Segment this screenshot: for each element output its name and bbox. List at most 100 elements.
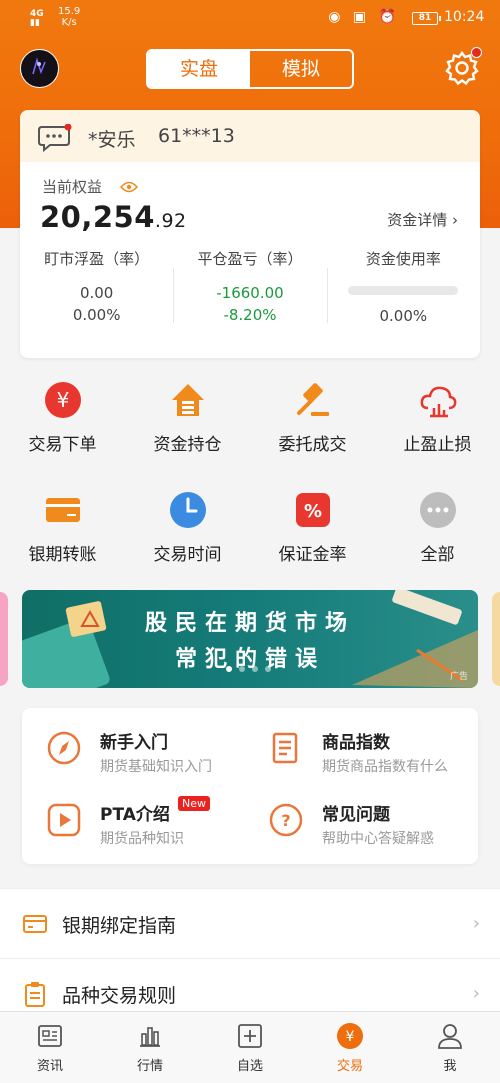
svg-text:%: % bbox=[303, 501, 321, 522]
tab-real[interactable]: 实盘 bbox=[148, 51, 250, 87]
account-card: *安乐 61***13 当前权益 20,254.92 资金详情 › 盯市浮盈（率… bbox=[20, 110, 480, 358]
status-icons: ◉ ▣ ⏰ bbox=[328, 9, 400, 25]
status-bar: 4G ▮▮ 15.9 K/s ◉ ▣ ⏰ 81 10:24 bbox=[0, 0, 500, 36]
grid-item-position[interactable]: 资金持仓 bbox=[125, 380, 250, 455]
panel-item-faq[interactable]: ? 常见问题 帮助中心答疑解惑 bbox=[268, 802, 488, 862]
grid-item-label: 银期转账 bbox=[28, 545, 97, 565]
tab-news[interactable]: 资讯 bbox=[0, 1012, 100, 1083]
chevron-right-icon: › bbox=[472, 913, 480, 934]
stat-floating-pnl: 盯市浮盈（率） 0.00 0.00% bbox=[20, 248, 173, 325]
message-icon[interactable] bbox=[38, 123, 72, 153]
tab-trade[interactable]: ¥ 交易 bbox=[300, 1012, 400, 1083]
cloud-chart-icon bbox=[418, 380, 458, 420]
news-icon bbox=[36, 1022, 64, 1050]
panel-item-subtitle: 期货商品指数有什么 bbox=[322, 759, 448, 775]
banner-pagination bbox=[226, 666, 271, 672]
stat-rate: 0.00% bbox=[379, 307, 428, 325]
tab-label: 行情 bbox=[136, 1059, 163, 1074]
bank-card-icon bbox=[22, 911, 48, 937]
stat-value: -1660.00 bbox=[216, 284, 284, 302]
ad-label: 广告 bbox=[449, 672, 468, 682]
grid-item-trade-time[interactable]: 交易时间 bbox=[125, 490, 250, 565]
account-name: *安乐 bbox=[88, 129, 136, 151]
panel-item-title: PTA介绍 bbox=[100, 805, 170, 825]
battery-icon: 81 bbox=[412, 12, 441, 25]
banner-line1: 股民在期货市场 bbox=[144, 611, 355, 636]
tab-simulated[interactable]: 模拟 bbox=[250, 51, 352, 87]
notification-dot bbox=[471, 47, 482, 58]
equity-value: 20,254.92 bbox=[40, 200, 187, 234]
stat-closed-pnl: 平仓盈亏（率） -1660.00 -8.20% bbox=[173, 248, 326, 325]
stat-label: 资金使用率 bbox=[365, 250, 441, 268]
account-mode-toggle[interactable]: 实盘 模拟 bbox=[146, 49, 354, 89]
clock-icon bbox=[168, 490, 208, 530]
tab-market[interactable]: 行情 bbox=[100, 1012, 200, 1083]
list-item-bank-guide[interactable]: 银期绑定指南 › bbox=[0, 888, 500, 958]
grid-item-label: 保证金率 bbox=[278, 545, 347, 565]
chevron-right-icon: › bbox=[472, 983, 480, 1004]
tab-label: 我 bbox=[443, 1059, 457, 1074]
stat-label: 平仓盈亏（率） bbox=[197, 250, 303, 268]
clipboard-icon bbox=[22, 981, 48, 1007]
trade-icon: ¥ bbox=[336, 1022, 364, 1050]
panel-item-subtitle: 期货品种知识 bbox=[100, 831, 184, 847]
grid-item-margin[interactable]: % 保证金率 bbox=[250, 490, 375, 565]
grid-item-order[interactable]: ¥ 交易下单 bbox=[0, 380, 125, 455]
stats-row: 盯市浮盈（率） 0.00 0.00% 平仓盈亏（率） -1660.00 -8.2… bbox=[20, 248, 480, 325]
panel-item-title: 常见问题 bbox=[322, 805, 390, 825]
svg-text:¥: ¥ bbox=[56, 388, 69, 412]
grid-item-entrust[interactable]: 委托成交 bbox=[250, 380, 375, 455]
tab-label: 资讯 bbox=[36, 1059, 63, 1074]
stat-rate: 0.00% bbox=[72, 306, 121, 324]
panel-item-beginner[interactable]: 新手入门 期货基础知识入门 bbox=[46, 730, 266, 790]
more-icon bbox=[418, 490, 458, 530]
grid-item-label: 委托成交 bbox=[278, 435, 347, 455]
document-icon bbox=[268, 730, 304, 766]
guide-panel: 新手入门 期货基础知识入门 商品指数 期货商品指数有什么 PTA介绍 New 期… bbox=[22, 708, 478, 864]
tab-me[interactable]: 我 bbox=[400, 1012, 500, 1083]
tab-watchlist[interactable]: 自选 bbox=[200, 1012, 300, 1083]
grid-item-label: 交易下单 bbox=[28, 435, 97, 455]
add-icon bbox=[236, 1022, 264, 1050]
panel-item-title: 新手入门 bbox=[100, 733, 168, 753]
list-item-title: 银期绑定指南 bbox=[62, 915, 177, 937]
settings-gear-icon[interactable] bbox=[444, 47, 482, 86]
fund-detail-link[interactable]: 资金详情 › bbox=[387, 209, 458, 230]
stat-fund-usage: 资金使用率 0.00% bbox=[326, 248, 480, 325]
panel-item-pta[interactable]: PTA介绍 New 期货品种知识 bbox=[46, 796, 266, 862]
signal-indicator: 4G ▮▮ bbox=[30, 9, 44, 28]
stat-label: 盯市浮盈（率） bbox=[44, 250, 150, 268]
card-icon bbox=[43, 490, 83, 530]
eye-icon[interactable] bbox=[119, 178, 139, 193]
status-time: 10:24 bbox=[444, 9, 485, 25]
banner-prev-peek bbox=[0, 592, 8, 686]
list-item-title: 品种交易规则 bbox=[62, 985, 177, 1007]
gavel-icon bbox=[293, 380, 333, 420]
avatar[interactable] bbox=[20, 49, 59, 88]
account-header: *安乐 61***13 bbox=[20, 110, 480, 162]
grid-item-stop[interactable]: 止盈止损 bbox=[375, 380, 500, 455]
new-badge: New bbox=[178, 796, 210, 811]
tab-label: 自选 bbox=[236, 1059, 263, 1074]
market-icon bbox=[136, 1022, 164, 1050]
bottom-tab-bar: 资讯 行情 自选 ¥ 交易 我 bbox=[0, 1011, 500, 1083]
svg-text:¥: ¥ bbox=[346, 1029, 355, 1045]
question-icon: ? bbox=[268, 802, 304, 838]
panel-item-title: 商品指数 bbox=[322, 733, 390, 753]
grid-item-label: 全部 bbox=[420, 545, 455, 565]
panel-item-subtitle: 期货基础知识入门 bbox=[100, 759, 212, 775]
house-coins-icon bbox=[168, 380, 208, 420]
grid-item-transfer[interactable]: 银期转账 bbox=[0, 490, 125, 565]
panel-item-index[interactable]: 商品指数 期货商品指数有什么 bbox=[268, 730, 488, 790]
equity-label: 当前权益 bbox=[42, 178, 103, 196]
stat-value: 0.00 bbox=[79, 284, 114, 302]
user-icon bbox=[436, 1022, 464, 1050]
promo-banner[interactable]: 股民在期货市场 常犯的错误 广告 bbox=[22, 590, 478, 688]
grid-item-all[interactable]: 全部 bbox=[375, 490, 500, 565]
network-speed: 15.9 K/s bbox=[58, 6, 81, 28]
svg-text:?: ? bbox=[281, 811, 290, 830]
panel-item-subtitle: 帮助中心答疑解惑 bbox=[322, 831, 434, 847]
banner-next-peek bbox=[492, 592, 500, 686]
grid-item-label: 交易时间 bbox=[153, 545, 222, 565]
percent-icon: % bbox=[293, 490, 333, 530]
